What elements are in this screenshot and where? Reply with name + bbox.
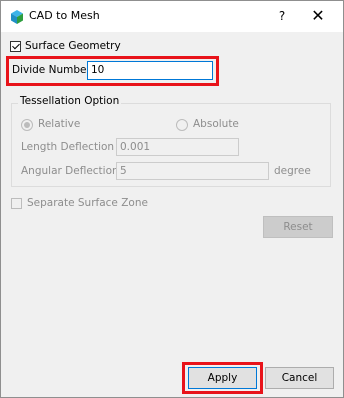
angular-unit-label: degree bbox=[274, 165, 311, 177]
angular-deflection-label: Angular Deflection bbox=[21, 165, 119, 177]
surface-geometry-label[interactable]: Surface Geometry bbox=[25, 40, 121, 52]
app-cube-icon bbox=[10, 10, 24, 24]
window-title: CAD to Mesh bbox=[29, 9, 100, 22]
divide-number-input[interactable]: 10 bbox=[87, 61, 213, 80]
cad-to-mesh-dialog: CAD to Mesh ? ✕ Surface Geometry Divide … bbox=[0, 0, 344, 398]
title-bar[interactable]: CAD to Mesh ? ✕ bbox=[1, 1, 343, 32]
tessellation-option-title: Tessellation Option bbox=[18, 95, 122, 107]
help-button[interactable]: ? bbox=[272, 6, 292, 26]
reset-button[interactable]: Reset bbox=[263, 216, 333, 238]
relative-radio[interactable] bbox=[21, 119, 33, 131]
absolute-label[interactable]: Absolute bbox=[193, 118, 239, 130]
separate-surface-zone-checkbox[interactable] bbox=[11, 198, 22, 209]
divide-number-label: Divide Number bbox=[12, 64, 91, 76]
apply-button[interactable]: Apply bbox=[188, 367, 257, 389]
surface-geometry-checkbox[interactable] bbox=[10, 41, 21, 52]
angular-deflection-input[interactable]: 5 bbox=[116, 162, 269, 180]
separate-surface-zone-label[interactable]: Separate Surface Zone bbox=[27, 197, 148, 209]
relative-label[interactable]: Relative bbox=[38, 118, 80, 130]
absolute-radio[interactable] bbox=[176, 119, 188, 131]
length-deflection-label: Length Deflection bbox=[21, 141, 115, 153]
cancel-button[interactable]: Cancel bbox=[265, 367, 334, 389]
close-button[interactable]: ✕ bbox=[307, 5, 329, 27]
length-deflection-input[interactable]: 0.001 bbox=[116, 138, 239, 156]
